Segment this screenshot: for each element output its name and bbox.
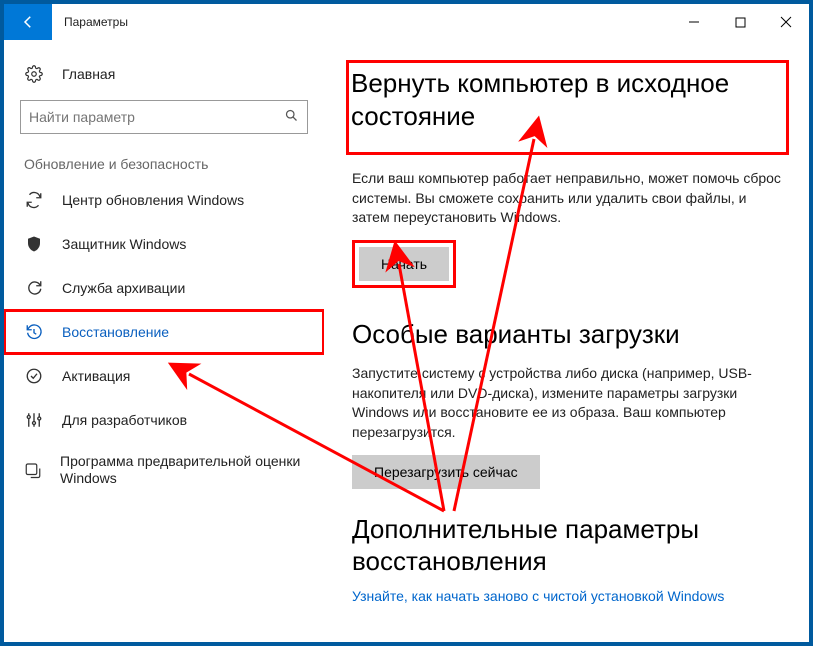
sidebar-item-activation[interactable]: Активация (4, 354, 324, 398)
window-controls (671, 4, 809, 40)
sidebar-group-label: Обновление и безопасность (4, 144, 324, 178)
minimize-button[interactable] (671, 4, 717, 40)
sidebar-item-recovery[interactable]: Восстановление (4, 310, 324, 354)
fresh-start-link[interactable]: Узнайте, как начать заново с чистой уста… (352, 588, 724, 604)
titlebar: Параметры (4, 4, 809, 40)
advanced-heading: Особые варианты загрузки (352, 318, 781, 351)
sidebar-item-defender[interactable]: Защитник Windows (4, 222, 324, 266)
sidebar-item-label: Для разработчиков (62, 412, 187, 428)
sidebar: Главная Обновление и безопасность Центр … (4, 40, 324, 642)
check-circle-icon (24, 367, 44, 385)
sliders-icon (24, 411, 44, 429)
history-icon (24, 323, 44, 341)
more-heading: Дополнительные параметры восстановления (352, 513, 781, 578)
advanced-startup-section: Особые варианты загрузки Запустите систе… (352, 318, 781, 489)
search-input[interactable] (29, 109, 284, 125)
window-title: Параметры (52, 4, 671, 40)
sidebar-home-label: Главная (62, 66, 115, 82)
sidebar-item-label: Центр обновления Windows (62, 192, 244, 208)
shield-icon (24, 235, 44, 253)
gear-icon (24, 65, 44, 83)
main-content: Вернуть компьютер в исходное состояние Е… (324, 40, 809, 642)
insider-icon (24, 461, 42, 479)
search-wrap (4, 100, 324, 144)
sidebar-item-label: Программа предварительной оценки Windows (60, 453, 308, 487)
sidebar-item-insider[interactable]: Программа предварительной оценки Windows (4, 442, 324, 498)
sidebar-item-update[interactable]: Центр обновления Windows (4, 178, 324, 222)
sidebar-item-label: Восстановление (62, 324, 169, 340)
sidebar-home[interactable]: Главная (4, 54, 324, 94)
sidebar-item-backup[interactable]: Служба архивации (4, 266, 324, 310)
more-recovery-section: Дополнительные параметры восстановления … (352, 513, 781, 604)
reset-desc: Если ваш компьютер работает неправильно,… (352, 169, 781, 228)
settings-window: Параметры Главная (4, 4, 809, 642)
reset-heading: Вернуть компьютер в исходное состояние (351, 67, 780, 132)
reset-start-button[interactable]: Начать (359, 247, 449, 281)
search-box[interactable] (20, 100, 308, 134)
restart-now-button[interactable]: Перезагрузить сейчас (352, 455, 540, 489)
refresh-icon (24, 191, 44, 209)
sidebar-item-label: Активация (62, 368, 130, 384)
back-button[interactable] (4, 4, 52, 40)
advanced-desc: Запустите систему с устройства либо диск… (352, 364, 781, 442)
sidebar-item-label: Служба архивации (62, 280, 185, 296)
reset-button-box: Начать (352, 240, 456, 288)
maximize-button[interactable] (717, 4, 763, 40)
backup-icon (24, 279, 44, 297)
reset-heading-box: Вернуть компьютер в исходное состояние (346, 60, 789, 155)
close-button[interactable] (763, 4, 809, 40)
sidebar-item-label: Защитник Windows (62, 236, 186, 252)
body: Главная Обновление и безопасность Центр … (4, 40, 809, 642)
search-icon (284, 108, 299, 126)
sidebar-item-developers[interactable]: Для разработчиков (4, 398, 324, 442)
